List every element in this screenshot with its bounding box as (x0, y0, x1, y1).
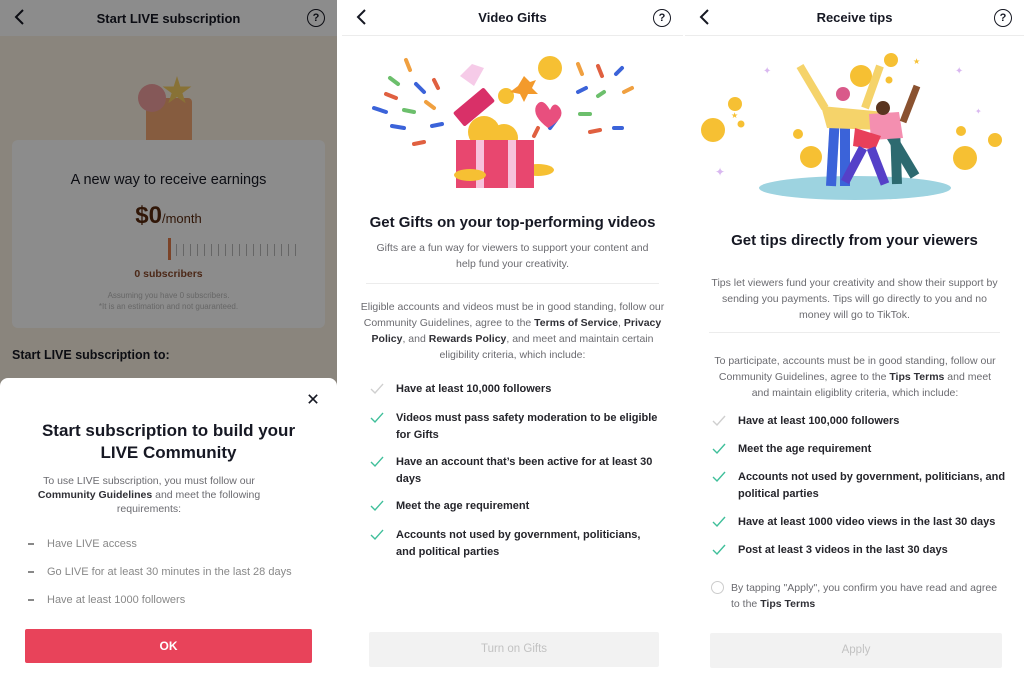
requirement-item: Have at least 10,000 followers (370, 381, 660, 398)
requirement-item: Meet the age requirement (712, 441, 1012, 458)
requirement-item: Post at least 3 videos in the last 30 da… (712, 542, 1012, 559)
dash-icon (28, 599, 34, 601)
community-guidelines-link[interactable]: Community Guidelines (38, 489, 152, 501)
consent-text: By tapping "Apply", you confirm you have… (731, 580, 1001, 612)
tips-eligibility-text: To participate, accounts must be in good… (713, 353, 997, 401)
apply-button[interactable]: Apply (710, 633, 1002, 668)
check-icon (370, 456, 384, 468)
requirement-item: Accounts not used by government, politic… (370, 527, 660, 561)
tips-requirements-list: Have at least 100,000 followers Meet the… (712, 413, 1012, 559)
svg-text:✦: ✦ (763, 66, 771, 77)
check-icon (712, 516, 726, 528)
page-title: Video Gifts (478, 10, 547, 25)
check-icon (712, 544, 726, 556)
requirement-text: Meet the age requirement (396, 500, 530, 512)
gifts-eligibility-text: Eligible accounts and videos must be in … (360, 299, 665, 363)
gifts-subtext: Gifts are a fun way for viewers to suppo… (376, 242, 649, 270)
dash-icon (28, 571, 34, 573)
check-icon (370, 529, 384, 541)
requirements-modal: Start subscription to build your LIVE Co… (0, 378, 337, 681)
check-icon (370, 500, 384, 512)
requirement-text: Have at least 1000 followers (47, 594, 186, 606)
modal-intro: To use LIVE subscription, you must follo… (24, 474, 274, 516)
turn-on-gifts-button[interactable]: Turn on Gifts (369, 632, 659, 667)
requirement-text: Post at least 3 videos in the last 30 da… (738, 544, 948, 556)
requirement-text: Meet the age requirement (738, 443, 872, 455)
requirement-item: Accounts not used by government, politic… (712, 469, 1012, 503)
live-subscription-screen: Start LIVE subscription ? A new way to r… (0, 0, 337, 681)
video-gifts-screen: Video Gifts ? Get Gifts on your top-perf… (342, 0, 683, 681)
requirement-text: Go LIVE for at least 30 minutes in the l… (47, 566, 292, 578)
requirement-text: Have at least 100,000 followers (738, 415, 900, 427)
requirement-text: Have at least 1000 video views in the la… (738, 516, 996, 528)
tips-heading: Get tips directly from your viewers (731, 232, 978, 249)
svg-text:✦: ✦ (955, 66, 963, 77)
check-icon (712, 415, 726, 427)
chevron-left-icon[interactable] (697, 8, 713, 26)
gifts-requirements-list: Have at least 10,000 followers Videos mu… (370, 381, 660, 561)
svg-text:★: ★ (913, 57, 920, 66)
divider (709, 332, 1000, 333)
requirement-text: Have LIVE access (47, 538, 137, 550)
tips-illustration: ★ ★ ✦ ✦ ✦ ✦ (701, 53, 1002, 200)
question-circle-icon[interactable]: ? (994, 9, 1012, 27)
requirements-list: Have LIVE access Go LIVE for at least 30… (28, 530, 328, 614)
page-title: Receive tips (816, 10, 893, 25)
consent-row: By tapping "Apply", you confirm you have… (711, 580, 1001, 612)
receive-tips-screen: Receive tips ? ★ ★ ✦ ✦ ✦ ✦ Get tips directl… (685, 0, 1024, 681)
check-icon (370, 383, 384, 395)
modal-title: Start subscription to build your LIVE Co… (41, 421, 296, 462)
svg-text:★: ★ (731, 111, 738, 120)
list-item: Go LIVE for at least 30 minutes in the l… (28, 558, 328, 586)
list-item: Have LIVE access (28, 530, 328, 558)
dash-icon (28, 543, 34, 545)
requirement-text: Accounts not used by government, politic… (738, 471, 1006, 500)
question-circle-icon[interactable]: ? (653, 9, 671, 27)
intro-text: To use LIVE subscription, you must follo… (43, 475, 255, 487)
list-item: Have at least 1000 followers (28, 586, 328, 614)
gift-illustration (372, 56, 634, 188)
navbar: Receive tips ? (685, 0, 1024, 36)
requirement-item: Have at least 100,000 followers (712, 413, 1012, 430)
tips-subtext: Tips let viewers fund your creativity an… (711, 277, 998, 321)
terms-of-service-link[interactable]: Terms of Service (534, 317, 618, 329)
requirement-item: Meet the age requirement (370, 498, 660, 515)
check-icon (712, 471, 726, 483)
requirement-text: Videos must pass safety moderation to be… (396, 412, 658, 441)
tips-terms-link[interactable]: Tips Terms (760, 598, 815, 610)
requirement-item: Have at least 1000 video views in the la… (712, 514, 1012, 531)
requirement-text: Accounts not used by government, politic… (396, 529, 641, 558)
svg-text:✦: ✦ (715, 165, 725, 179)
requirement-text: Have an account that’s been active for a… (396, 456, 653, 485)
requirement-text: Have at least 10,000 followers (396, 383, 552, 395)
eligibility-text: , and (402, 333, 429, 345)
consent-radio[interactable] (711, 581, 724, 594)
gifts-heading: Get Gifts on your top-performing videos (369, 214, 656, 231)
check-icon (370, 412, 384, 424)
navbar: Video Gifts ? (342, 0, 683, 36)
close-icon[interactable] (308, 394, 318, 404)
tips-terms-link[interactable]: Tips Terms (889, 371, 944, 383)
rewards-policy-link[interactable]: Rewards Policy (429, 333, 507, 345)
check-icon (712, 443, 726, 455)
chevron-left-icon[interactable] (354, 8, 370, 26)
divider (366, 283, 659, 284)
requirement-item: Videos must pass safety moderation to be… (370, 410, 660, 444)
ok-button[interactable]: OK (25, 629, 312, 663)
requirement-item: Have an account that’s been active for a… (370, 454, 660, 488)
svg-text:✦: ✦ (975, 107, 982, 116)
